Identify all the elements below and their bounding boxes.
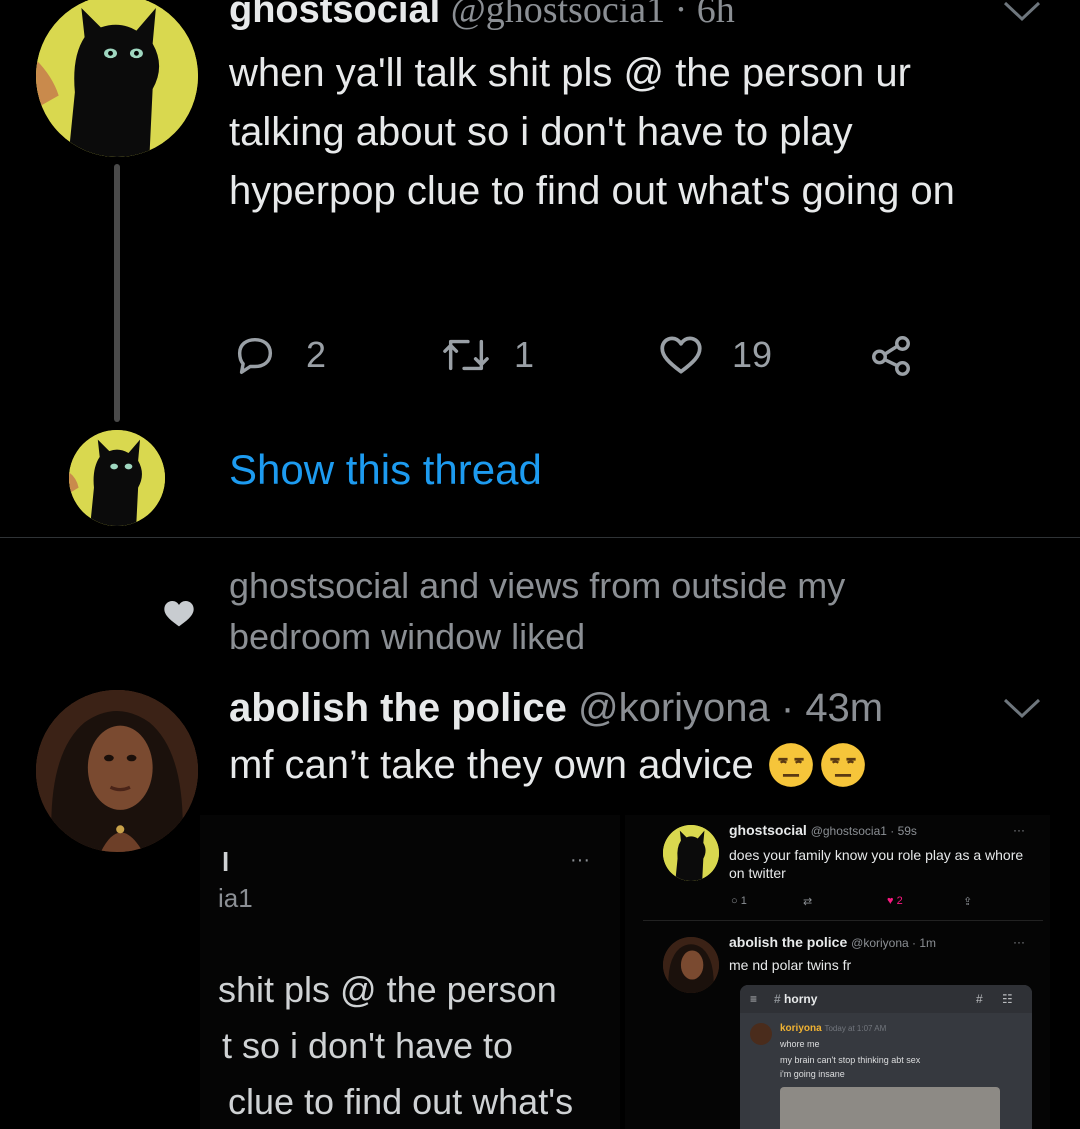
tweet1-display-name[interactable]: ghostsocial [229,0,440,31]
mini-koriyona-avatar [663,937,719,993]
discord-channel: # horny [774,992,818,1006]
tweet1-header: ghostsocial @ghostsocia1 · 6h [229,0,735,32]
reply-count: 2 [306,334,327,375]
heart-icon [163,598,195,628]
threads-icon: # [976,992,983,1006]
cropped-handle: ia1 [218,883,253,913]
mini-tweet2-text: me nd polar twins fr [729,957,852,973]
mini-like: ♥ 2 [887,895,903,907]
image-left-panel: l ia1 ··· shit pls @ the person t so i d… [200,815,620,1129]
like-icon [660,336,702,374]
tweet2-attached-image[interactable]: l ia1 ··· shit pls @ the person t so i d… [200,815,1050,1129]
mini-tweet1-meta: @ghostsocia1 · 59s [810,824,917,838]
tweet2-menu-chevron-down-icon[interactable] [1002,697,1042,721]
hamburger-icon: ≡ [750,992,758,1006]
image-right-panel: ghostsocial @ghostsocia1 · 59s ··· does … [625,815,1050,1129]
mini-retweet-icon: ⇄ [803,896,813,908]
share-button[interactable] [868,330,942,380]
mini-tweet1-name: ghostsocial [729,822,807,838]
share-icon [872,336,910,376]
like-button[interactable]: 19 [656,330,772,380]
mini-tweet2-name: abolish the police [729,934,848,950]
mini-tweet2-meta: @koriyona · 1m [851,936,937,950]
unamused-emoji [768,742,814,788]
social-context-text[interactable]: ghostsocial and views from outside my be… [229,560,989,662]
reply-button[interactable]: 2 [232,330,326,380]
cropped-name: l [222,847,230,877]
cropped-line-3: clue to find out what's [228,1081,574,1122]
members-icon: ☷ [1002,992,1013,1006]
mini-tweet1-more: ··· [1013,823,1025,837]
reply-icon [237,337,273,374]
mini-divider [643,920,1043,921]
mini-ghostsocial-avatar [663,825,719,881]
tweet1-handle-time: @ghostsocia1 · 6h [450,0,735,31]
discord-username: koriyona [780,1023,822,1034]
show-thread-link[interactable]: Show this thread [229,446,542,494]
cropped-more-dots: ··· [570,849,590,871]
mini-reply: ○ 1 [731,895,747,907]
cropped-line-2: t so i don't have to [222,1025,514,1066]
tweet2-text-row: mf can’t take they own advice [229,742,866,788]
tweet2-display-name[interactable]: abolish the police [229,686,567,730]
discord-time: Today at 1:07 AM [824,1024,887,1033]
retweet-count: 1 [514,334,535,375]
retweet-button[interactable]: 1 [440,330,534,380]
tweet1-text: when ya'll talk shit pls @ the person ur… [229,51,955,213]
thread-avatar[interactable] [69,430,165,526]
tweet-divider [0,537,1080,538]
koriyona-avatar[interactable] [36,690,198,852]
discord-line-3: i'm going insane [780,1069,845,1079]
ghostsocial-avatar[interactable] [36,0,198,157]
mini-tweet2-header: abolish the police @koriyona · 1m [729,933,936,952]
tweet1-menu-chevron-down-icon[interactable] [1002,0,1042,24]
mini-tweet1-text: does your family know you role play as a… [729,847,1024,881]
like-count: 19 [732,334,773,375]
mini-tweet1-header: ghostsocial @ghostsocia1 · 59s [729,821,917,840]
tweet2-header: abolish the police @koriyona · 43m [229,686,883,731]
unamused-emoji [820,742,866,788]
discord-screenshot: ≡ # horny # ☷ koriyona Today at 1:07 AM … [740,985,1032,1129]
mini-like-count: 2 [896,895,903,907]
tweet2-text: mf can’t take they own advice [229,742,754,787]
mini-reply-count: 1 [740,895,747,907]
discord-channel-name: horny [784,992,818,1006]
mini-share-icon: ⇪ [963,896,973,908]
thread-connector [114,164,120,422]
tweet1-action-bar: 2 1 19 [232,330,932,380]
tweet2-handle-time: @koriyona · 43m [577,686,884,730]
discord-user-avatar [750,1023,772,1045]
discord-attached-photo [780,1087,1000,1129]
retweet-icon [443,339,489,371]
cropped-line-1: shit pls @ the person [218,969,557,1010]
mini-tweet2-more: ··· [1013,935,1025,949]
